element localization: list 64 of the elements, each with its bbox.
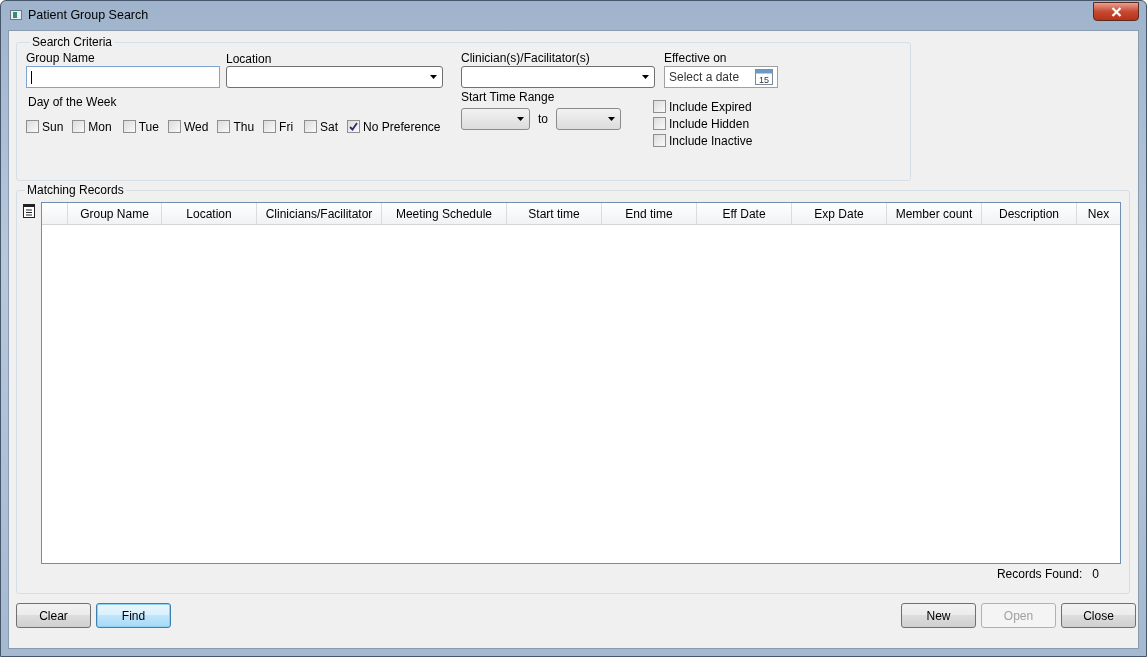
- checkbox[interactable]: [26, 120, 39, 133]
- action-button[interactable]: New: [901, 603, 976, 628]
- checkbox[interactable]: [653, 100, 666, 113]
- checkbox-label: Wed: [183, 119, 209, 134]
- checkbox-label: Mon: [88, 119, 112, 134]
- checkbox-label: Sun: [42, 119, 64, 134]
- field-label: Day of the Week: [28, 95, 118, 110]
- checkbox[interactable]: [304, 120, 318, 133]
- column-header[interactable]: Location: [162, 203, 257, 224]
- records-found-label: Records Found:: [996, 567, 1083, 581]
- checkbox[interactable]: [347, 120, 361, 133]
- column-header[interactable]: Member count: [887, 203, 982, 224]
- close-button[interactable]: [1093, 2, 1139, 21]
- app-icon: [10, 10, 22, 20]
- column-header[interactable]: Start time: [507, 203, 602, 224]
- field-label: Location: [226, 52, 273, 66]
- field-label: Group Name: [26, 51, 96, 66]
- panel-title: Matching Records: [26, 183, 125, 197]
- column-header[interactable]: Nex: [1077, 203, 1120, 224]
- clinician-dropdown[interactable]: [461, 66, 655, 88]
- date-field[interactable]: Select a date 15: [664, 66, 778, 88]
- column-header[interactable]: Eff Date: [697, 203, 792, 224]
- caret-icon: [517, 117, 524, 121]
- column-chooser-icon[interactable]: [21, 203, 37, 219]
- column-header[interactable]: Exp Date: [792, 203, 887, 224]
- start-time-dropdown[interactable]: [461, 108, 530, 130]
- field-label: Clinician(s)/Facilitator(s): [461, 51, 591, 66]
- checkbox[interactable]: [217, 120, 231, 133]
- checkbox-label: Include Expired: [669, 99, 752, 114]
- checkbox[interactable]: [167, 120, 181, 133]
- checkbox[interactable]: [653, 134, 666, 147]
- caret-icon: [642, 75, 649, 79]
- field-label: Start Time Range: [461, 90, 556, 105]
- action-button[interactable]: Find: [96, 603, 171, 628]
- calendar-icon: 15: [755, 69, 773, 85]
- caret-icon: [430, 75, 437, 79]
- checkbox-label: Fri: [279, 119, 294, 134]
- close-icon: [1110, 6, 1122, 17]
- range-separator: to: [538, 112, 548, 126]
- checkbox[interactable]: [72, 120, 86, 133]
- checkbox-label: Sat: [320, 119, 339, 134]
- action-button[interactable]: Close: [1061, 603, 1136, 628]
- end-time-dropdown[interactable]: [556, 108, 621, 130]
- checkbox-label: Thu: [233, 119, 255, 134]
- caret-icon: [608, 117, 615, 121]
- checkbox-label: Include Inactive: [669, 133, 753, 148]
- checkbox[interactable]: [263, 120, 277, 133]
- checkbox-label: Tue: [138, 119, 159, 134]
- checkbox-label: Include Hidden: [669, 116, 750, 131]
- checkbox-label: No Preference: [363, 119, 441, 134]
- window-title: Patient Group Search: [28, 8, 149, 22]
- checkbox[interactable]: [122, 120, 136, 133]
- checkbox[interactable]: [653, 117, 666, 130]
- action-button[interactable]: Clear: [16, 603, 91, 628]
- location-dropdown[interactable]: [226, 66, 443, 88]
- column-header[interactable]: Meeting Schedule: [382, 203, 507, 224]
- panel-title: Search Criteria: [31, 35, 114, 49]
- column-header[interactable]: Clinicians/Facilitator: [257, 203, 382, 224]
- column-header[interactable]: Group Name: [68, 203, 162, 224]
- column-header[interactable]: End time: [602, 203, 697, 224]
- column-header[interactable]: Description: [982, 203, 1077, 224]
- group-name-field[interactable]: [26, 66, 220, 88]
- records-found-count: 0: [1092, 567, 1099, 581]
- field-label: Effective on: [664, 51, 728, 66]
